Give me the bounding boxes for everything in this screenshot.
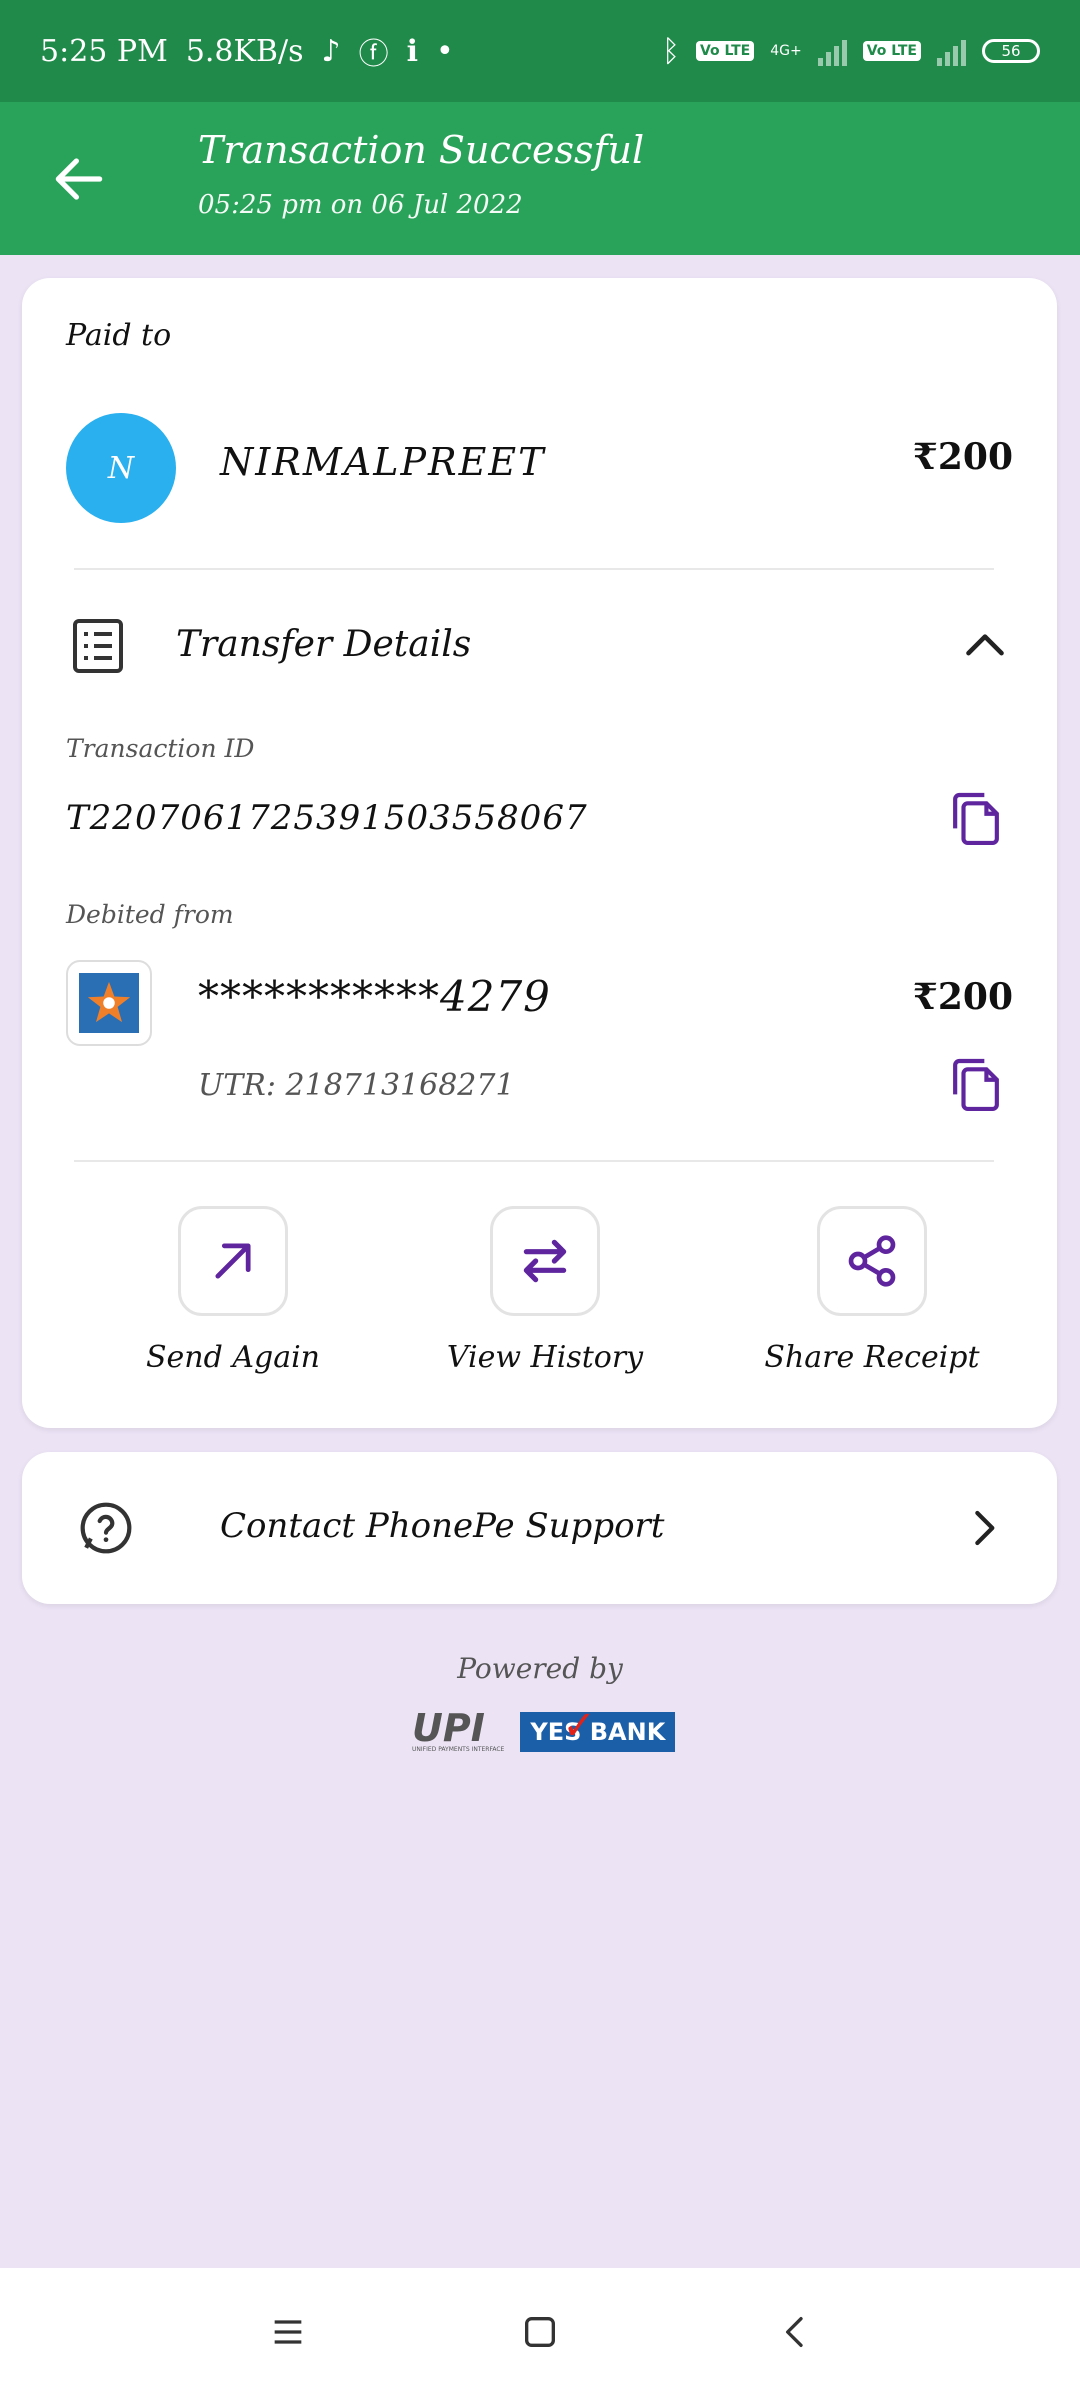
- divider: [74, 568, 994, 570]
- debited-account-number: ***********4279: [198, 972, 551, 1021]
- payee-avatar: N: [66, 413, 176, 523]
- back-arrow-icon[interactable]: [48, 148, 110, 210]
- back-icon[interactable]: [776, 2312, 816, 2352]
- signal-icon-1: [817, 36, 847, 66]
- tiktok-icon: ♪: [321, 33, 341, 69]
- yes-bank-logo: YES BANK ✓: [520, 1706, 676, 1752]
- bluetooth-icon: ᛒ: [661, 33, 680, 69]
- volte-badge-1: Vo LTE: [695, 41, 755, 61]
- yes-bank-logo-text: YES BANK: [530, 1717, 666, 1746]
- copy-transaction-id-icon[interactable]: [951, 792, 1001, 848]
- copy-utr-icon[interactable]: [951, 1058, 1001, 1114]
- send-again-icon-button[interactable]: [178, 1206, 288, 1316]
- payee-name: NIRMALPREET: [220, 440, 546, 484]
- yes-bank-tick-icon: ✓: [562, 1702, 596, 1749]
- chevron-up-icon[interactable]: [963, 626, 1007, 662]
- bank-star-icon: [87, 981, 131, 1023]
- menu-icon[interactable]: [268, 2312, 308, 2352]
- swap-arrows-icon: [523, 1239, 567, 1283]
- upi-logo-text: UPI: [412, 1706, 485, 1750]
- transaction-card: Paid to N NIRMALPREET ₹200 Transfer Deta…: [22, 278, 1057, 1428]
- paid-to-label: Paid to: [66, 318, 172, 353]
- partner-logos: UPI UNIFIED PAYMENTS INTERFACE YES BANK …: [412, 1706, 676, 1753]
- battery-icon: 56: [982, 39, 1040, 63]
- contact-support-label: Contact PhonePe Support: [220, 1506, 665, 1546]
- status-bar: 5:25 PM 5.8KB/s ♪ ⓕ ℹ • ᛒ Vo LTE 4G+ Vo …: [0, 0, 1080, 102]
- bank-logo: [66, 960, 152, 1046]
- transaction-id-label: Transaction ID: [66, 734, 255, 763]
- share-receipt-button[interactable]: Share Receipt: [752, 1206, 992, 1375]
- status-time: 5:25 PM: [40, 33, 168, 69]
- debited-amount: ₹200: [912, 976, 1013, 1018]
- divider: [74, 1160, 994, 1162]
- powered-by-label: Powered by: [457, 1652, 623, 1685]
- send-again-button[interactable]: Send Again: [113, 1206, 353, 1375]
- transaction-timestamp: 05:25 pm on 06 Jul 2022: [198, 190, 523, 220]
- volte-badge-2: Vo LTE: [862, 41, 921, 61]
- chevron-right-icon: [975, 1510, 995, 1546]
- home-icon[interactable]: [520, 2312, 560, 2352]
- help-question-icon: [80, 1502, 132, 1554]
- share-receipt-icon-button[interactable]: [817, 1206, 927, 1316]
- network-speed: 5.8KB/s: [185, 33, 304, 69]
- more-notifications-icon: •: [436, 33, 454, 69]
- system-nav-bar: [0, 2268, 1080, 2400]
- share-icon: [848, 1235, 896, 1287]
- network-type: 4G+: [770, 43, 802, 59]
- transaction-id: T2207061725391503558067: [66, 798, 588, 838]
- view-history-icon-button[interactable]: [490, 1206, 600, 1316]
- contact-support-row[interactable]: Contact PhonePe Support: [22, 1452, 1057, 1604]
- view-history-button[interactable]: View History: [425, 1206, 665, 1375]
- utr-number: UTR: 218713168271: [198, 1068, 515, 1103]
- signal-icon-2: [937, 36, 966, 66]
- paid-amount: ₹200: [912, 436, 1013, 478]
- send-again-label: Send Again: [145, 1340, 321, 1375]
- transfer-details-toggle[interactable]: Transfer Details: [176, 624, 471, 665]
- app-bar: Transaction Successful 05:25 pm on 06 Ju…: [0, 102, 1080, 255]
- upi-logo: UPI UNIFIED PAYMENTS INTERFACE: [412, 1706, 505, 1753]
- upi-logo-subtext: UNIFIED PAYMENTS INTERFACE: [412, 1746, 505, 1753]
- debited-from-label: Debited from: [66, 900, 234, 929]
- receipt-list-icon: [73, 619, 123, 673]
- facebook-icon: ⓕ: [358, 37, 389, 72]
- arrow-up-right-icon: [215, 1243, 251, 1279]
- share-receipt-label: Share Receipt: [764, 1340, 980, 1375]
- notification-icon: ℹ: [406, 33, 419, 69]
- view-history-label: View History: [446, 1340, 644, 1375]
- page-title: Transaction Successful: [198, 128, 645, 172]
